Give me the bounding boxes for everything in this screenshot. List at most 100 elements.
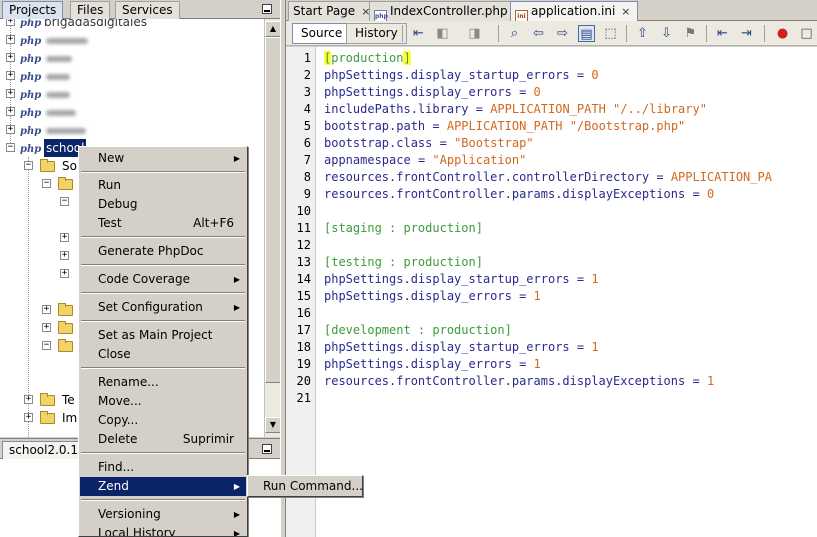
menu-item-run[interactable]: Run <box>80 176 246 195</box>
last-edit-icon[interactable]: ⇤ <box>410 25 427 42</box>
tree-item-project[interactable]: + php <box>0 49 264 67</box>
find-next-icon[interactable]: ⇨ <box>554 25 571 42</box>
minimize-navigator-icon[interactable] <box>262 444 272 454</box>
collapse-icon[interactable]: − <box>42 179 51 188</box>
menu-separator <box>81 292 245 294</box>
code-editor[interactable]: 1 2 3 4 5 6 7 8 9 10 11 12 13 14 15 16 17 18 19 20 21 [produ… <box>286 47 817 537</box>
line-number: 18 <box>296 340 311 354</box>
expand-icon[interactable]: + <box>60 233 69 242</box>
record-macro-icon[interactable]: ● <box>774 25 791 42</box>
expand-icon[interactable]: + <box>6 19 15 26</box>
menu-item-delete[interactable]: Delete Suprimir <box>80 430 246 449</box>
menu-item-find[interactable]: Find... <box>80 458 246 477</box>
menu-item-close[interactable]: Close <box>80 345 246 364</box>
code-line: [development : production] <box>324 323 512 337</box>
expand-icon[interactable]: + <box>60 251 69 260</box>
expand-icon[interactable]: + <box>6 71 15 80</box>
code-line: phpSettings.display_startup_errors = 1 <box>324 340 599 354</box>
scroll-up-icon[interactable]: ▲ <box>265 21 281 37</box>
tab-source[interactable]: Source <box>292 23 352 44</box>
tree-item-project[interactable]: + php <box>0 121 264 139</box>
menu-item-label: Close <box>98 347 131 361</box>
expand-icon[interactable]: + <box>6 107 15 116</box>
tree-scrollbar[interactable]: ▲ ▼ <box>264 19 281 437</box>
menu-separator <box>81 236 245 238</box>
expand-icon[interactable]: + <box>6 125 15 134</box>
expand-icon[interactable]: + <box>42 323 51 332</box>
line-number: 5 <box>303 119 311 133</box>
tab-label: IndexController.php <box>390 4 508 18</box>
menu-item-rename[interactable]: Rename... <box>80 373 246 392</box>
tab-index-controller[interactable]: phpIndexController.php× <box>369 1 530 24</box>
tab-projects[interactable]: Projects <box>2 1 64 19</box>
menu-item-debug[interactable]: Debug <box>80 195 246 214</box>
tab-start-page[interactable]: Start Page × <box>288 1 378 21</box>
menu-item-run-command[interactable]: Run Command... <box>249 477 363 496</box>
expand-icon[interactable]: + <box>60 269 69 278</box>
next-bookmark-icon[interactable]: ⇩ <box>658 25 675 42</box>
tree-item-project[interactable]: + php brigadasdigitales <box>0 19 264 31</box>
expand-icon[interactable]: + <box>42 305 51 314</box>
menu-item-code-coverage[interactable]: Code Coverage ▶ <box>80 270 246 289</box>
expand-icon[interactable]: + <box>24 413 33 422</box>
tab-files[interactable]: Files <box>70 1 111 19</box>
toggle-rect-select-icon[interactable]: ⬚ <box>602 25 619 42</box>
menu-item-local-history[interactable]: Local History ▶ <box>80 524 246 536</box>
menu-item-versioning[interactable]: Versioning ▶ <box>80 505 246 524</box>
find-icon[interactable]: ⌕ <box>506 25 523 42</box>
shift-right-icon[interactable]: ⇥ <box>738 25 755 42</box>
zend-submenu: Run Command... <box>247 475 363 497</box>
tree-item-label: brigadasdigitales <box>44 19 148 29</box>
forward-icon[interactable]: ◨ <box>466 25 483 42</box>
find-previous-icon[interactable]: ⇦ <box>530 25 547 42</box>
tab-application-ini[interactable]: ini application.ini × <box>510 1 638 24</box>
previous-bookmark-icon[interactable]: ⇧ <box>634 25 651 42</box>
scroll-down-icon[interactable]: ▼ <box>265 417 281 433</box>
tab-navigator-label: school2.0.1 - <box>9 443 87 457</box>
editor-panel: Start Page× phpIndexController.php× inia… <box>286 0 817 537</box>
collapse-icon[interactable]: − <box>60 197 69 206</box>
menu-item-label: Run <box>98 178 122 192</box>
code-line: bootstrap.path = APPLICATION_PATH "/Boot… <box>324 119 686 133</box>
toggle-bookmark-icon[interactable]: ⚑ <box>682 25 699 42</box>
tree-item-project[interactable]: + php <box>0 103 264 121</box>
back-icon[interactable]: ◧ <box>434 25 451 42</box>
scroll-thumb[interactable] <box>265 37 281 383</box>
shift-left-icon[interactable]: ⇤ <box>714 25 731 42</box>
stop-macro-icon[interactable]: □ <box>798 25 815 42</box>
tab-services[interactable]: Services <box>115 1 180 19</box>
code-line: bootstrap.class = "Bootstrap" <box>324 136 534 150</box>
menu-item-set-as-main-project[interactable]: Set as Main Project <box>80 326 246 345</box>
menu-item-new[interactable]: New ▶ <box>80 149 246 168</box>
collapse-icon[interactable]: − <box>24 161 33 170</box>
expand-icon[interactable]: + <box>6 53 15 62</box>
tree-item-label: So <box>62 159 77 173</box>
tree-item-project[interactable]: + php <box>0 85 264 103</box>
close-icon[interactable]: × <box>621 3 630 21</box>
toggle-highlight-icon[interactable]: ▤ <box>578 25 595 42</box>
line-number: 2 <box>303 68 311 82</box>
menu-separator <box>81 171 245 173</box>
menu-item-set-configuration[interactable]: Set Configuration ▶ <box>80 298 246 317</box>
menu-item-move[interactable]: Move... <box>80 392 246 411</box>
line-number: 10 <box>296 204 311 218</box>
expand-icon[interactable]: + <box>24 395 33 404</box>
menu-item-shortcut: Suprimir <box>182 432 234 446</box>
tree-item-project[interactable]: + php <box>0 31 264 49</box>
tree-item-project[interactable]: + php <box>0 67 264 85</box>
expand-icon[interactable]: + <box>6 89 15 98</box>
minimize-panel-icon[interactable] <box>262 4 272 14</box>
menu-item-generate-phpdoc[interactable]: Generate PhpDoc <box>80 242 246 261</box>
menu-item-copy[interactable]: Copy... <box>80 411 246 430</box>
collapse-icon[interactable]: − <box>6 143 15 152</box>
menu-item-test[interactable]: Test Alt+F6 <box>80 214 246 233</box>
menu-separator <box>81 320 245 322</box>
tab-history[interactable]: History <box>346 23 407 44</box>
collapse-icon[interactable]: − <box>42 341 51 350</box>
editor-toolbar: Source History ⇤ ◧ ◨ ⌕ ⇦ ⇨ ▤ ⬚ ⇧ ⇩ ⚑ ⇤ ⇥… <box>286 21 817 46</box>
tab-projects-label: Projects <box>9 3 57 17</box>
tree-item-label: Im <box>62 411 78 425</box>
expand-icon[interactable]: + <box>6 35 15 44</box>
menu-item-zend[interactable]: Zend ▶ <box>80 477 246 496</box>
tab-label: Start Page <box>293 4 356 18</box>
